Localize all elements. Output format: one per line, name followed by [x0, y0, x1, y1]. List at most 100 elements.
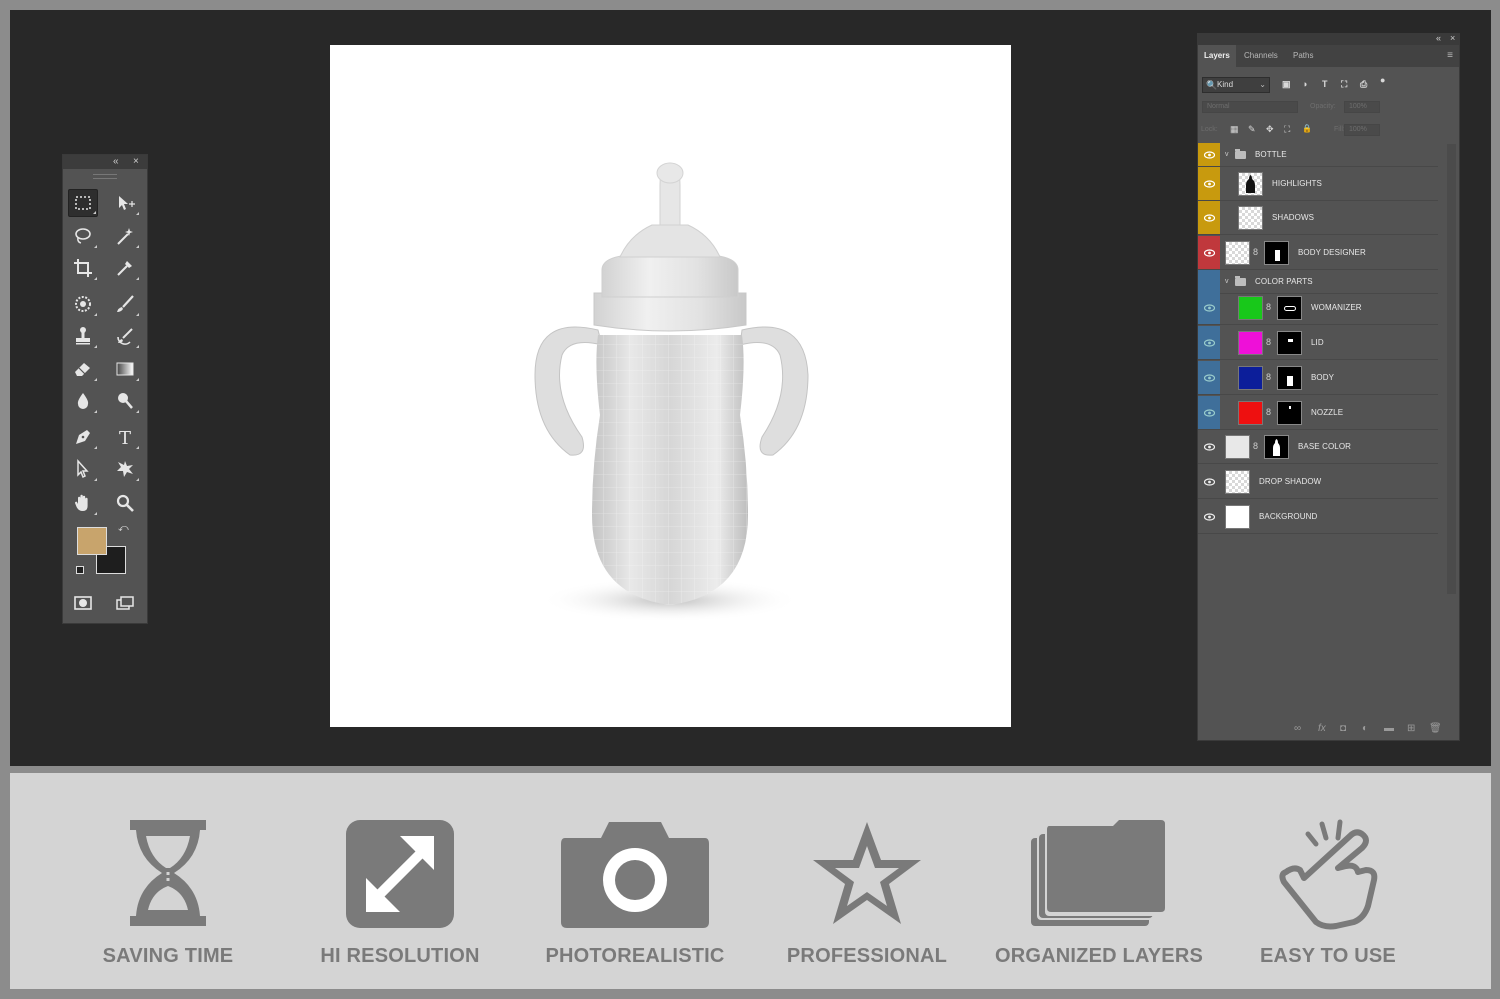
svg-text:T: T [119, 428, 131, 448]
visibility-eye-icon[interactable] [1198, 500, 1220, 533]
panel-grip[interactable] [63, 169, 147, 181]
lasso-tool-icon[interactable] [68, 222, 98, 250]
new-group-icon[interactable]: ▬ [1384, 723, 1394, 734]
quick-mask-icon[interactable] [68, 589, 98, 617]
gradient-tool-icon[interactable] [110, 355, 140, 383]
visibility-eye-icon[interactable] [1198, 430, 1220, 463]
layer-row-womanizer[interactable]: 8 WOMANIZER [1198, 291, 1438, 325]
custom-shape-tool-icon[interactable] [110, 455, 140, 483]
layer-group-bottle[interactable]: v BOTTLE [1198, 143, 1438, 167]
opacity-field[interactable]: 100% [1344, 101, 1380, 113]
layer-row-body[interactable]: 8 BODY [1198, 361, 1438, 395]
close-icon[interactable]: × [133, 155, 139, 169]
visibility-eye-icon[interactable] [1198, 201, 1220, 234]
brush-tool-icon[interactable] [110, 290, 140, 318]
default-colors-icon[interactable] [76, 566, 84, 574]
layer-row-lid[interactable]: 8 LID [1198, 326, 1438, 360]
pixel-filter-icon[interactable]: ▣ [1282, 79, 1291, 90]
link-layers-icon[interactable]: ∞ [1294, 723, 1301, 734]
smart-object-filter-icon[interactable]: ⎙ [1360, 79, 1367, 90]
layers-scrollbar[interactable] [1447, 144, 1456, 594]
tools-panel-header[interactable]: « × [63, 155, 147, 169]
layer-row-shadows[interactable]: SHADOWS [1198, 201, 1438, 235]
dodge-tool-icon[interactable] [110, 387, 140, 415]
panel-menu-icon[interactable]: ≡ [1447, 50, 1453, 61]
lock-all-icon[interactable]: 🔒 [1302, 124, 1312, 133]
type-filter-icon[interactable]: T [1322, 79, 1328, 89]
collapse-icon[interactable]: « [113, 155, 119, 169]
visibility-eye-icon[interactable] [1198, 396, 1220, 429]
feature-label: PHOTOREALISTIC [545, 945, 725, 967]
layer-mask-thumbnail [1264, 435, 1289, 459]
eraser-tool-icon[interactable] [68, 355, 98, 383]
visibility-eye-icon[interactable] [1198, 167, 1220, 200]
path-selection-tool-icon[interactable] [68, 455, 98, 483]
stacked-folders-icon [1029, 818, 1169, 933]
delete-layer-icon[interactable]: 🗑 [1429, 723, 1442, 734]
layer-row-nozzle[interactable]: 8 NOZZLE [1198, 396, 1438, 430]
feature-organized-layers: ORGANIZED LAYERS [994, 773, 1204, 989]
layer-row-background[interactable]: BACKGROUND [1198, 500, 1438, 534]
foreground-color-swatch[interactable] [77, 527, 107, 555]
feature-label: EASY TO USE [1260, 945, 1396, 967]
layer-thumbnail [1238, 172, 1263, 196]
visibility-eye-icon[interactable] [1198, 236, 1220, 269]
lock-artboard-icon[interactable]: ⛶ [1284, 124, 1290, 135]
visibility-eye-icon[interactable] [1198, 291, 1220, 324]
lock-image-icon[interactable]: ✎ [1248, 124, 1256, 135]
layer-row-highlights[interactable]: HIGHLIGHTS [1198, 167, 1438, 201]
add-mask-icon[interactable]: ◘ [1340, 723, 1346, 734]
adjustment-filter-icon[interactable]: ◑ [1302, 79, 1307, 89]
visibility-eye-icon[interactable] [1198, 143, 1220, 166]
folder-icon [1235, 276, 1246, 286]
fill-field[interactable]: 100% [1344, 124, 1380, 136]
tab-paths[interactable]: Paths [1287, 45, 1319, 67]
layer-style-icon[interactable]: fx [1318, 723, 1326, 734]
visibility-eye-icon[interactable] [1198, 361, 1220, 394]
layers-panel-tabs: Layers Channels Paths ≡ [1198, 45, 1459, 67]
adjustment-layer-icon[interactable]: ◐ [1362, 723, 1368, 734]
new-layer-icon[interactable]: ⊞ [1407, 723, 1415, 734]
document-canvas[interactable] [330, 45, 1011, 727]
tools-panel: « × T ⤺ [62, 154, 148, 624]
swap-colors-icon[interactable]: ⤺ [118, 523, 129, 534]
visibility-eye-off-icon[interactable] [1198, 270, 1220, 293]
zoom-tool-icon[interactable] [110, 489, 140, 517]
layer-row-drop-shadow[interactable]: DROP SHADOW [1198, 465, 1438, 499]
healing-brush-tool-icon[interactable] [68, 290, 98, 318]
close-icon[interactable]: × [1450, 33, 1455, 43]
type-tool-icon[interactable]: T [110, 423, 140, 451]
filter-toggle-icon[interactable]: ● [1380, 75, 1385, 85]
move-tool-icon[interactable] [110, 189, 140, 217]
color-fill-thumbnail [1238, 401, 1263, 425]
blur-tool-icon[interactable] [68, 387, 98, 415]
layer-row-body-designer[interactable]: 8 BODY DESIGNER [1198, 236, 1438, 270]
layer-thumbnail [1225, 505, 1250, 529]
screen-mode-icon[interactable] [110, 589, 140, 617]
blend-mode-select[interactable]: Normal [1202, 101, 1298, 113]
pen-tool-icon[interactable] [68, 423, 98, 451]
hand-tool-icon[interactable] [68, 489, 98, 517]
clone-stamp-tool-icon[interactable] [68, 322, 98, 350]
tab-layers[interactable]: Layers [1198, 45, 1236, 67]
shape-filter-icon[interactable]: ⛶ [1341, 79, 1347, 90]
layers-panel-titlebar[interactable]: « × [1198, 33, 1459, 45]
expand-arrows-icon [344, 818, 456, 935]
history-brush-tool-icon[interactable] [110, 322, 140, 350]
lock-transparent-icon[interactable]: ▦ [1230, 124, 1239, 135]
kind-filter-select[interactable]: 🔍 Kind ⌄ [1202, 77, 1270, 93]
collapse-icon[interactable]: « [1436, 33, 1441, 43]
magic-wand-tool-icon[interactable] [110, 222, 140, 250]
lock-position-icon[interactable]: ✥ [1266, 124, 1274, 135]
tab-channels[interactable]: Channels [1238, 45, 1284, 67]
visibility-eye-icon[interactable] [1198, 326, 1220, 359]
rectangular-marquee-tool-icon[interactable] [68, 189, 98, 217]
expand-chevron-icon[interactable]: v [1225, 143, 1229, 167]
feature-photorealistic: PHOTOREALISTIC [540, 773, 730, 989]
visibility-eye-icon[interactable] [1198, 465, 1220, 498]
crop-tool-icon[interactable] [68, 254, 98, 282]
layer-row-base-color[interactable]: 8 BASE COLOR [1198, 430, 1438, 464]
kind-filter-label: Kind [1217, 80, 1234, 89]
fill-value: 100% [1349, 126, 1367, 133]
eyedropper-tool-icon[interactable] [110, 254, 140, 282]
